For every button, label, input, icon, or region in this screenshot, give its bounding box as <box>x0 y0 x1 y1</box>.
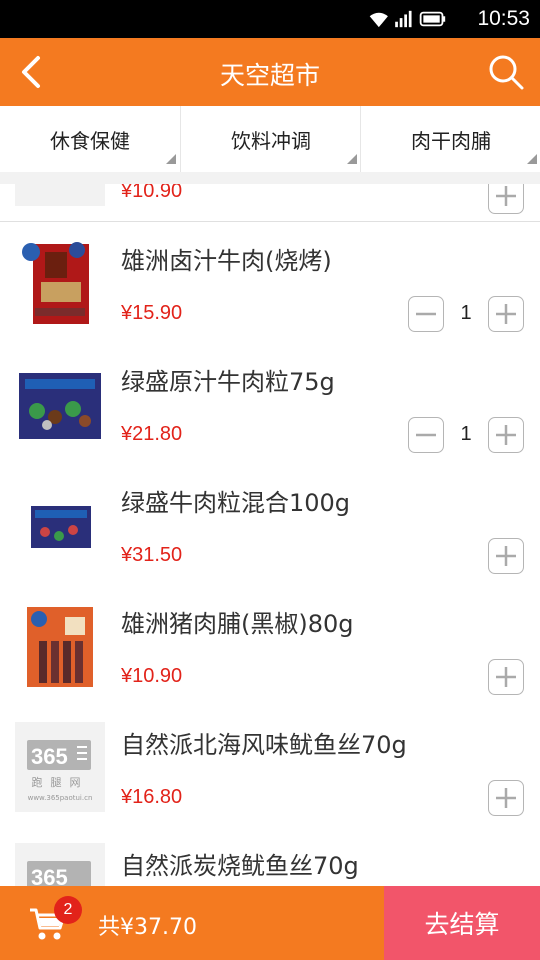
product-image <box>15 238 105 328</box>
plus-icon <box>496 186 516 206</box>
plus-icon <box>496 304 516 324</box>
app-header: 天空超市 <box>0 38 540 106</box>
list-item[interactable]: 365 自然派炭烧鱿鱼丝70g <box>0 827 540 886</box>
tab-jerky[interactable]: 肉干肉脯 <box>360 106 540 172</box>
product-price: ¥15.90 <box>121 302 183 324</box>
decrease-button[interactable] <box>408 296 444 332</box>
search-icon[interactable] <box>486 52 526 92</box>
plus-icon <box>496 788 516 808</box>
add-button[interactable] <box>488 659 524 695</box>
dropdown-corner-icon <box>166 154 176 164</box>
product-price: ¥31.50 <box>121 544 183 566</box>
tabs-divider <box>0 172 540 184</box>
list-item[interactable]: ¥10.90 <box>0 184 540 222</box>
svg-text:www.365paotui.cn: www.365paotui.cn <box>28 794 93 802</box>
product-name: 绿盛原汁牛肉粒75g <box>121 368 335 396</box>
dropdown-corner-icon <box>347 154 357 164</box>
tab-label: 饮料冲调 <box>231 128 311 153</box>
status-time: 10:53 <box>477 7 530 30</box>
tab-label: 休食保健 <box>50 128 130 153</box>
product-image <box>15 359 105 449</box>
list-item[interactable]: 绿盛牛肉粒混合100g ¥31.50 <box>0 464 540 586</box>
status-icons <box>369 10 446 28</box>
product-name: 雄洲猪肉脯(黑椒)80g <box>121 610 354 638</box>
product-image <box>15 601 105 691</box>
minus-icon <box>416 312 436 316</box>
product-image <box>15 480 105 570</box>
product-list[interactable]: ¥10.90 雄洲卤汁牛肉(烧烤) ¥15.90 1 绿盛原汁牛肉粒75g ¥2… <box>0 184 540 886</box>
quantity-value: 1 <box>460 302 472 324</box>
brand-365-logo: 365 <box>15 843 105 886</box>
list-item[interactable]: 雄洲猪肉脯(黑椒)80g ¥10.90 <box>0 585 540 707</box>
product-name: 自然派北海风味鱿鱼丝70g <box>121 731 407 759</box>
category-tabs: 休食保健 饮料冲调 肉干肉脯 <box>0 106 540 173</box>
product-name: 自然派炭烧鱿鱼丝70g <box>121 852 359 880</box>
cart-total: 共¥37.70 <box>98 915 197 940</box>
minus-icon <box>416 433 436 437</box>
plus-icon <box>496 425 516 445</box>
page-title: 天空超市 <box>219 61 320 90</box>
add-button[interactable] <box>488 538 524 574</box>
product-name: 雄洲卤汁牛肉(烧烤) <box>121 247 332 275</box>
tab-snacks-health[interactable]: 休食保健 <box>0 106 180 172</box>
wifi-icon <box>369 12 388 28</box>
product-name: 绿盛牛肉粒混合100g <box>121 489 351 517</box>
quantity-value: 1 <box>460 423 472 445</box>
product-image <box>15 184 105 206</box>
svg-text:365: 365 <box>31 865 68 886</box>
svg-text:跑腿网: 跑腿网 <box>32 775 89 789</box>
status-bar: 10:53 <box>0 0 540 38</box>
add-button[interactable] <box>488 296 524 332</box>
add-button[interactable] <box>488 417 524 453</box>
product-price: ¥21.80 <box>121 423 183 445</box>
tab-drinks[interactable]: 饮料冲调 <box>180 106 361 172</box>
brand-365-logo: 365 跑腿网 www.365paotui.cn <box>15 722 105 812</box>
product-price: ¥16.80 <box>121 786 183 808</box>
decrease-button[interactable] <box>408 417 444 453</box>
svg-text:365: 365 <box>31 744 68 769</box>
add-button[interactable] <box>488 780 524 816</box>
product-image-placeholder: 365 跑腿网 www.365paotui.cn <box>15 722 105 812</box>
cart-count-badge: 2 <box>54 896 82 924</box>
tab-label: 肉干肉脯 <box>411 128 491 153</box>
list-item[interactable]: 绿盛原汁牛肉粒75g ¥21.80 1 <box>0 343 540 465</box>
plus-icon <box>496 546 516 566</box>
add-button[interactable] <box>488 184 524 214</box>
battery-icon <box>419 11 446 27</box>
cart-bar: 2 共¥37.70 去结算 <box>0 886 540 960</box>
product-image-placeholder: 365 <box>15 843 105 886</box>
checkout-button[interactable]: 去结算 <box>384 886 540 960</box>
dropdown-corner-icon <box>527 154 537 164</box>
signal-icon <box>395 10 412 28</box>
plus-icon <box>496 667 516 687</box>
list-item[interactable]: 365 跑腿网 www.365paotui.cn 自然派北海风味鱿鱼丝70g ¥… <box>0 706 540 828</box>
product-price: ¥10.90 <box>121 184 183 202</box>
product-price: ¥10.90 <box>121 665 183 687</box>
list-item[interactable]: 雄洲卤汁牛肉(烧烤) ¥15.90 1 <box>0 222 540 344</box>
